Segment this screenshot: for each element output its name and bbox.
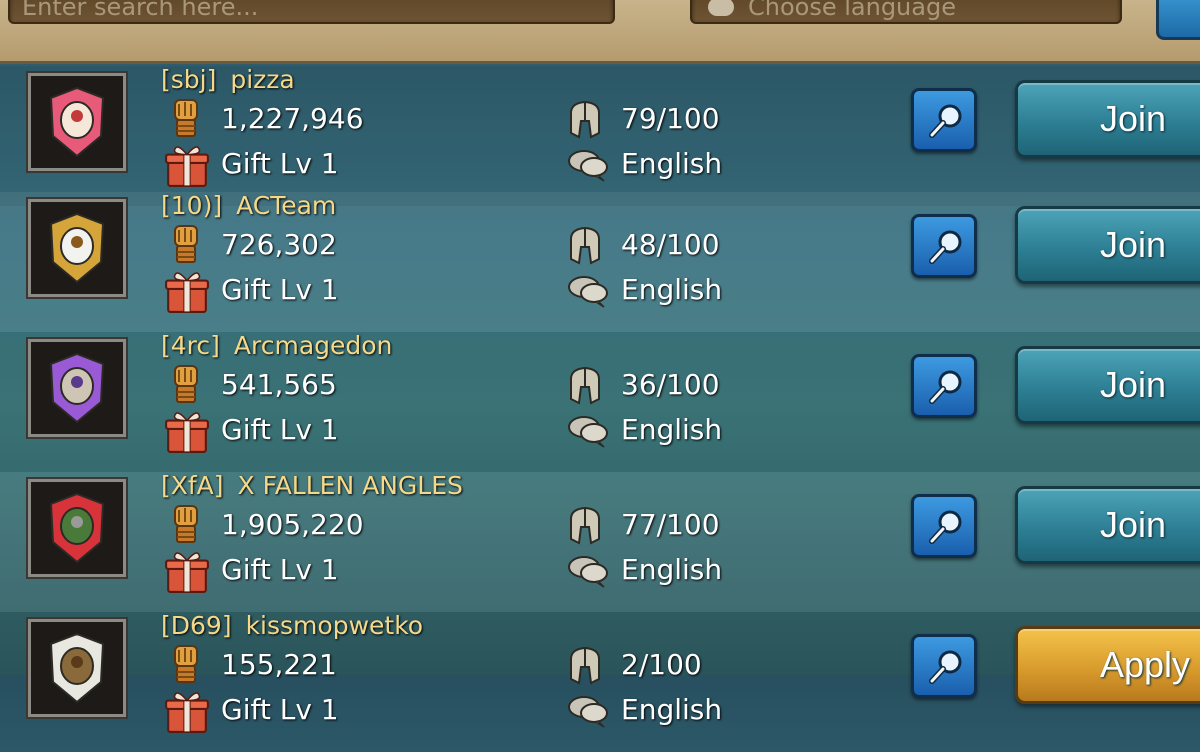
guild-tag: [XfA] <box>161 471 224 500</box>
speech-bubble-icon <box>708 0 734 16</box>
guild-title: Arcmagedon <box>233 331 393 360</box>
fist-icon <box>165 224 205 264</box>
guild-power: 155,221 <box>221 648 337 681</box>
fist-icon <box>165 98 205 138</box>
language-placeholder: Choose language <box>748 0 956 21</box>
guild-title: kissmopwetko <box>245 611 424 640</box>
guild-power: 1,905,220 <box>221 508 364 541</box>
gift-icon <box>164 688 210 734</box>
guild-name: [4rc] Arcmagedon <box>161 331 392 360</box>
guild-name: [sbj] pizza <box>161 65 295 94</box>
apply-button[interactable]: Apply <box>1015 626 1200 704</box>
guild-title: X FALLEN ANGLES <box>237 471 463 500</box>
guild-row[interactable]: [XfA] X FALLEN ANGLES 1,905,220 77/100 Gi… <box>0 471 1200 612</box>
guild-row[interactable]: [4rc] Arcmagedon 541,565 36/100 Gift Lv 1… <box>0 331 1200 472</box>
guild-members: 77/100 <box>621 508 720 541</box>
search-button[interactable] <box>1156 0 1200 40</box>
helmet-icon <box>565 365 605 405</box>
guild-language: English <box>621 147 723 180</box>
guild-emblem <box>28 479 126 577</box>
view-guild-button[interactable] <box>911 494 977 558</box>
view-guild-button[interactable] <box>911 214 977 278</box>
magnifier-icon <box>926 367 966 407</box>
guild-name: [XfA] X FALLEN ANGLES <box>161 471 463 500</box>
guild-members: 48/100 <box>621 228 720 261</box>
guild-language: English <box>621 693 723 726</box>
guild-row[interactable]: [10)] ACTeam 726,302 48/100 Gift Lv 1 Eng… <box>0 191 1200 332</box>
guild-title: ACTeam <box>236 191 337 220</box>
gift-icon <box>164 408 210 454</box>
guild-name: [10)] ACTeam <box>161 191 336 220</box>
guild-power: 726,302 <box>221 228 337 261</box>
guild-language: English <box>621 273 723 306</box>
view-guild-button[interactable] <box>911 88 977 152</box>
guild-gift-level: Gift Lv 1 <box>221 693 339 726</box>
magnifier-icon <box>926 507 966 547</box>
guild-emblem <box>28 619 126 717</box>
guild-tag: [4rc] <box>161 331 220 360</box>
gift-icon <box>164 268 210 314</box>
language-select[interactable]: Choose language <box>690 0 1122 24</box>
guild-members: 36/100 <box>621 368 720 401</box>
helmet-icon <box>565 225 605 265</box>
guild-row[interactable]: [sbj] pizza 1,227,946 79/100 Gift Lv 1 En… <box>0 65 1200 206</box>
guild-emblem <box>28 73 126 171</box>
guild-tag: [sbj] <box>161 65 217 94</box>
magnifier-icon <box>926 101 966 141</box>
guild-gift-level: Gift Lv 1 <box>221 147 339 180</box>
join-button[interactable]: Join <box>1015 80 1200 158</box>
gift-icon <box>164 142 210 188</box>
join-button[interactable]: Join <box>1015 486 1200 564</box>
search-input[interactable]: Enter search here... <box>8 0 615 24</box>
magnifier-icon <box>926 227 966 267</box>
fist-icon <box>165 644 205 684</box>
top-bar: Enter search here... Choose language <box>0 0 1200 64</box>
guild-tag: [D69] <box>161 611 232 640</box>
speech-bubble-icon <box>566 414 610 448</box>
helmet-icon <box>565 99 605 139</box>
guild-gift-level: Gift Lv 1 <box>221 553 339 586</box>
guild-emblem <box>28 199 126 297</box>
guild-emblem <box>28 339 126 437</box>
speech-bubble-icon <box>566 274 610 308</box>
guild-tag: [10)] <box>161 191 223 220</box>
join-button[interactable]: Join <box>1015 346 1200 424</box>
speech-bubble-icon <box>566 148 610 182</box>
speech-bubble-icon <box>566 554 610 588</box>
speech-bubble-icon <box>566 694 610 728</box>
guild-members: 2/100 <box>621 648 702 681</box>
helmet-icon <box>565 505 605 545</box>
guild-power: 541,565 <box>221 368 337 401</box>
join-button[interactable]: Join <box>1015 206 1200 284</box>
fist-icon <box>165 504 205 544</box>
guild-row[interactable]: [D69] kissmopwetko 155,221 2/100 Gift Lv … <box>0 611 1200 752</box>
guild-language: English <box>621 413 723 446</box>
guild-gift-level: Gift Lv 1 <box>221 413 339 446</box>
view-guild-button[interactable] <box>911 354 977 418</box>
helmet-icon <box>565 645 605 685</box>
fist-icon <box>165 364 205 404</box>
guild-language: English <box>621 553 723 586</box>
guild-gift-level: Gift Lv 1 <box>221 273 339 306</box>
gift-icon <box>164 548 210 594</box>
view-guild-button[interactable] <box>911 634 977 698</box>
guild-power: 1,227,946 <box>221 102 364 135</box>
guild-title: pizza <box>230 65 295 94</box>
magnifier-icon <box>926 647 966 687</box>
guild-members: 79/100 <box>621 102 720 135</box>
guild-name: [D69] kissmopwetko <box>161 611 423 640</box>
